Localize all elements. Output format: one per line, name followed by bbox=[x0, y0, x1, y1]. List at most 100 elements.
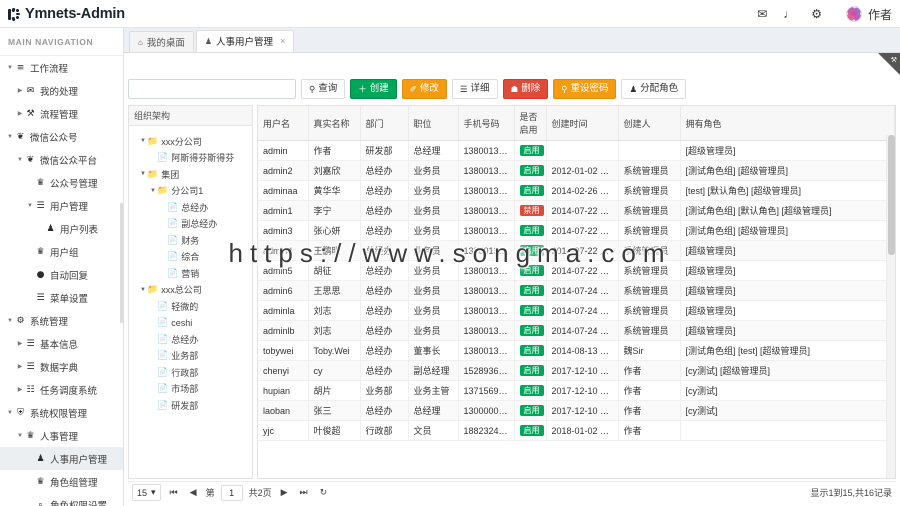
sidebar-item-3[interactable]: ▼ ❦ 微信公众号 bbox=[0, 125, 123, 148]
table-row[interactable]: yjc 叶俊超 行政部 文员 18823249... 启用 2018-01-02 16...… bbox=[258, 420, 895, 441]
sidebar-item-5[interactable]: ♛ 公众号管理 bbox=[0, 171, 123, 194]
column-header-username[interactable]: 用户名 bbox=[258, 106, 309, 141]
detail-button[interactable]: ☰ 详细 bbox=[451, 79, 498, 99]
table-row[interactable]: admin6 王思思 总经办 业务员 13800138... 启用 2014-07-24 1… bbox=[258, 280, 895, 301]
tree-node-3[interactable]: ▼ 📁 分公司1 bbox=[129, 183, 252, 200]
sidebar-item-4[interactable]: ▼ ❦ 微信公众平台 bbox=[0, 148, 123, 171]
tree-node-15[interactable]: 📄 市场部 bbox=[129, 381, 252, 398]
table-scrollbar-thumb[interactable] bbox=[888, 135, 895, 255]
page-size-select[interactable]: 15 ▾ bbox=[132, 484, 161, 501]
tree-node-1[interactable]: 📄 阿斯得芬斯得芬 bbox=[129, 150, 252, 167]
brand-logo[interactable]: Ymnets-Admin bbox=[0, 0, 128, 28]
wrench-icon[interactable]: ⚒ bbox=[891, 56, 897, 64]
sidebar-item-11[interactable]: ▼ ⚙ 系统管理 bbox=[0, 309, 123, 332]
assign-role-button[interactable]: ♟ 分配角色 bbox=[621, 79, 687, 99]
table-row[interactable]: laoban 张三 总经办 总经理 13000001... 启用 2017-12-10 13… bbox=[258, 400, 895, 421]
table-row[interactable]: admin5 胡征 总经办 业务员 13800138... 启用 2014-07-22 10… bbox=[258, 260, 895, 281]
trash-button[interactable]: ☗ 删除 bbox=[502, 79, 549, 99]
sidebar-item-1[interactable]: ▶ ✉ 我的处理 bbox=[0, 79, 123, 102]
page-number-input[interactable] bbox=[220, 484, 243, 501]
table-row[interactable]: adminaa 黄华华 总经办 业务员 13800138... 启用 2014-02-26 … bbox=[258, 180, 895, 201]
column-header-roles[interactable]: 拥有角色 bbox=[680, 106, 895, 141]
tree-node-11[interactable]: 📄 ceshi bbox=[129, 315, 252, 332]
column-header-position[interactable]: 职位 bbox=[408, 106, 459, 141]
tree-node-5[interactable]: 📄 副总经办 bbox=[129, 216, 252, 233]
sidebar-item-12[interactable]: ▶ ☰ 基本信息 bbox=[0, 332, 123, 355]
bell-icon[interactable]: ♩ bbox=[783, 8, 795, 20]
table-row[interactable]: adminla 刘志 总经办 业务员 13800138... 启用 2014-07-24 1… bbox=[258, 300, 895, 321]
sidebar: MAIN NAVIGATION ▼ ≡ 工作流程 ▶ ✉ 我的处理 ▶ ⚒ 流程管理 ▼ ❦ 微信公众… bbox=[0, 28, 124, 506]
sidebar-item-label: 我的处理 bbox=[40, 86, 79, 98]
sidebar-item-14[interactable]: ▶ ☷ 任务调度系统 bbox=[0, 378, 123, 401]
column-header-realname[interactable]: 真实名称 bbox=[308, 106, 361, 141]
cell-position: 文员 bbox=[408, 420, 459, 441]
sidebar-item-2[interactable]: ▶ ⚒ 流程管理 bbox=[0, 102, 123, 125]
cell-username: yjc bbox=[258, 420, 309, 441]
tree-node-0[interactable]: ▼ 📁 xxx分公司 bbox=[129, 133, 252, 150]
sidebar-item-19[interactable]: ⌕ 角色权限设置 bbox=[0, 493, 123, 506]
table-row[interactable]: admin4 王鹏明 总经办 业务员 13800138... 启用 2014-07-22 1… bbox=[258, 240, 895, 261]
close-icon[interactable]: × bbox=[280, 36, 285, 46]
gear-icon[interactable]: ⚙ bbox=[811, 8, 822, 20]
home-icon: ⌂ bbox=[138, 37, 143, 47]
role-permission-icon: ⌕ bbox=[37, 499, 44, 506]
sidebar-item-8[interactable]: ♛ 用户组 bbox=[0, 240, 123, 263]
mail-icon[interactable]: ✉ bbox=[757, 8, 767, 20]
table-row[interactable]: admin3 张心妍 总经办 业务员 13800138... 启用 2014-07-22 1… bbox=[258, 220, 895, 241]
column-header-created[interactable]: 创建时间 bbox=[546, 106, 619, 141]
cell-created: 2017-12-10 11... bbox=[546, 360, 619, 381]
table-row[interactable]: tobywei Toby.Wei 总经办 董事长 13800138... 启用 2014-0… bbox=[258, 340, 895, 361]
sidebar-item-7[interactable]: ♟ 用户列表 bbox=[0, 217, 123, 240]
sidebar-scrollbar[interactable] bbox=[120, 203, 123, 323]
sidebar-item-15[interactable]: ▼ ⛨ 系统权限管理 bbox=[0, 401, 123, 424]
tree-node-4[interactable]: 📄 总经办 bbox=[129, 199, 252, 216]
tree-node-10[interactable]: 📄 轻微的 bbox=[129, 298, 252, 315]
page-prefix-label: 第 bbox=[205, 488, 215, 498]
sidebar-item-13[interactable]: ▶ ☰ 数据字典 bbox=[0, 355, 123, 378]
table-row[interactable]: adminlb 刘志 总经办 业务员 13800138... 启用 2014-07-24 1… bbox=[258, 320, 895, 341]
tree-node-label: 业务部 bbox=[171, 351, 199, 362]
sidebar-item-18[interactable]: ♛ 角色组管理 bbox=[0, 470, 123, 493]
tree-node-8[interactable]: 📄 营销 bbox=[129, 265, 252, 282]
prev-page-button[interactable]: ◀ bbox=[187, 487, 200, 498]
user-menu[interactable]: 作者 bbox=[845, 6, 892, 23]
column-header-dept[interactable]: 部门 bbox=[360, 106, 409, 141]
edit-button[interactable]: ✐ 修改 bbox=[401, 79, 447, 99]
reset-password-button[interactable]: ⚲ 重设密码 bbox=[553, 79, 617, 99]
tab-1[interactable]: ♟ 人事用户管理 × bbox=[195, 30, 295, 52]
sidebar-item-10[interactable]: ☰ 菜单设置 bbox=[0, 286, 123, 309]
table-row[interactable]: admin2 刘嘉欣 总经办 业务员 13800138... 启用 2012-01-02 0… bbox=[258, 160, 895, 181]
tree-node-9[interactable]: ▼ 📁 xxx总公司 bbox=[129, 282, 252, 299]
tree-node-2[interactable]: ▼ 📁 集团 bbox=[129, 166, 252, 183]
role-group-manage-icon: ♛ bbox=[36, 476, 45, 487]
table-scrollbar[interactable] bbox=[886, 135, 895, 478]
plus-button[interactable]: ＋创建 bbox=[350, 79, 397, 99]
org-tree-title: 组织架构 bbox=[129, 106, 252, 126]
refresh-button[interactable]: ↻ bbox=[317, 487, 331, 498]
table-row[interactable]: chenyi cy 总经办 副总经理 15289366... 启用 2017-12-10 1… bbox=[258, 360, 895, 381]
column-header-phone[interactable]: 手机号码 bbox=[458, 106, 515, 141]
sidebar-item-17[interactable]: ♟ 人事用户管理 bbox=[0, 447, 123, 470]
sidebar-item-9[interactable]: ● 自动回复 bbox=[0, 263, 123, 286]
tree-node-7[interactable]: 📄 综合 bbox=[129, 249, 252, 266]
column-header-enabled[interactable]: 是否启用 bbox=[514, 106, 547, 141]
search-input[interactable] bbox=[128, 79, 296, 99]
column-header-creator[interactable]: 创建人 bbox=[618, 106, 681, 141]
tab-0[interactable]: ⌂ 我的桌面 bbox=[129, 31, 194, 52]
folder-icon: 📁 bbox=[147, 168, 159, 179]
sidebar-item-6[interactable]: ▼ ☰ 用户管理 bbox=[0, 194, 123, 217]
tree-node-13[interactable]: 📄 业务部 bbox=[129, 348, 252, 365]
table-row[interactable]: hupian 胡片 业务部 业务主管 13715698... 启用 2017-12-10 1… bbox=[258, 380, 895, 401]
sidebar-item-0[interactable]: ▼ ≡ 工作流程 bbox=[0, 56, 123, 79]
first-page-button[interactable]: ⏮ bbox=[167, 487, 181, 498]
table-row[interactable]: admin1 李宁 总经办 业务员 13800138... 禁用 2014-07-22 10… bbox=[258, 200, 895, 221]
search-button[interactable]: ⚲ 查询 bbox=[301, 79, 346, 99]
last-page-button[interactable]: ⏭ bbox=[297, 487, 311, 498]
tree-node-12[interactable]: 📄 总经办 bbox=[129, 331, 252, 348]
tree-node-14[interactable]: 📄 行政部 bbox=[129, 364, 252, 381]
tree-node-6[interactable]: 📄 财务 bbox=[129, 232, 252, 249]
table-row[interactable]: admin 作者 研发部 总经理 13800138... 启用 [超级管理员] bbox=[258, 140, 895, 161]
next-page-button[interactable]: ▶ bbox=[278, 487, 291, 498]
sidebar-item-16[interactable]: ▼ ♛ 人事管理 bbox=[0, 424, 123, 447]
tree-node-16[interactable]: 📄 研发部 bbox=[129, 397, 252, 414]
